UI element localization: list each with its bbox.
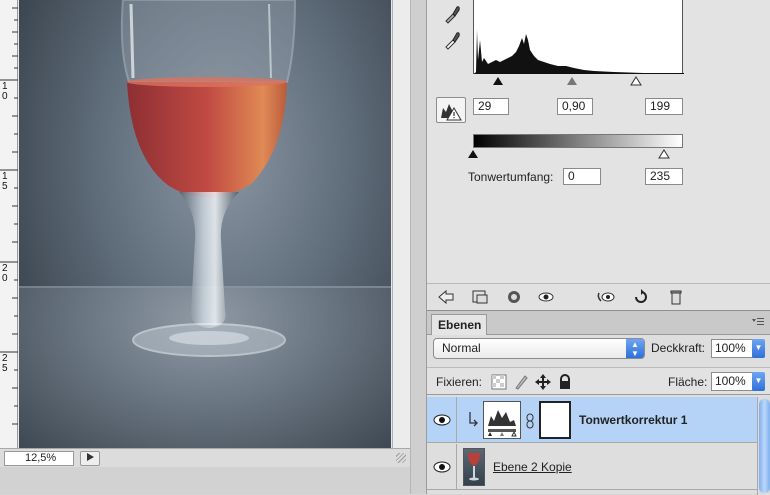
ruler-label: 1	[2, 81, 8, 92]
layers-panel: Ebenen Normal ▲ ▼ Deckkraft: 100% ▼ Fixie…	[426, 310, 770, 495]
zoom-field[interactable]: 12,5%	[4, 451, 74, 466]
input-black-handle[interactable]	[493, 77, 503, 85]
image-canvas[interactable]	[19, 0, 391, 448]
layer-row[interactable]: Tonwertkorrektur 1	[427, 397, 757, 443]
input-gamma-handle[interactable]	[567, 77, 577, 85]
ruler-label: 5	[2, 181, 8, 192]
ruler-label: 0	[2, 91, 8, 102]
status-menu-button[interactable]	[80, 451, 100, 466]
ruler-label: 5	[2, 363, 8, 374]
clipping-arrow-icon	[469, 412, 478, 427]
panel-menu-icon[interactable]	[751, 317, 765, 327]
eye-icon	[433, 461, 451, 473]
ruler-label: 2	[2, 353, 8, 364]
tab-layers[interactable]: Ebenen	[431, 314, 487, 335]
status-bar: 12,5%	[0, 448, 410, 467]
ruler-label: 1	[2, 171, 8, 182]
input-white-field[interactable]: 199	[645, 98, 683, 115]
triangle-right-icon	[87, 453, 94, 461]
histogram-graph	[474, 30, 684, 74]
back-arrow-icon[interactable]	[437, 289, 455, 305]
layers-scroll-thumb[interactable]	[759, 399, 770, 493]
blend-mode-select[interactable]: Normal ▲ ▼	[433, 338, 645, 359]
histogram-warning-icon	[441, 104, 462, 121]
output-black-field[interactable]: 0	[563, 168, 601, 185]
ruler-label: 0	[2, 273, 8, 284]
opacity-label: Deckkraft:	[651, 341, 706, 355]
layer-name[interactable]: Tonwertkorrektur 1	[579, 413, 687, 427]
adjustments-footer	[427, 283, 770, 310]
input-gamma-field[interactable]: 0,90	[557, 98, 593, 115]
white-point-eyedropper-icon[interactable]	[443, 30, 461, 50]
chain-link-icon[interactable]	[525, 413, 535, 429]
trash-icon[interactable]	[667, 289, 685, 305]
document-scrollbar[interactable]	[392, 0, 410, 448]
lock-transparency-icon[interactable]	[491, 374, 507, 390]
input-levels-slider[interactable]	[473, 76, 683, 89]
layer-name[interactable]: Ebene 2 Kopie	[493, 460, 572, 474]
input-black-field[interactable]: 29	[473, 98, 509, 115]
wine-glass-photo	[120, 0, 297, 357]
view-previous-state-icon[interactable]	[597, 289, 615, 305]
layer-visibility-toggle[interactable]	[427, 397, 457, 443]
output-white-handle[interactable]	[658, 149, 670, 159]
visibility-eye-icon[interactable]	[537, 289, 555, 305]
wine-glass-thumbnail	[468, 453, 480, 481]
ruler-label: 2	[2, 263, 8, 274]
reset-icon[interactable]	[632, 289, 650, 305]
input-white-handle[interactable]	[630, 76, 642, 86]
fill-label: Fläche:	[668, 375, 708, 389]
layers-tab-bar: Ebenen	[427, 311, 770, 335]
resize-grip[interactable]	[396, 453, 406, 463]
lock-position-move-icon[interactable]	[535, 374, 551, 390]
histogram	[473, 0, 684, 74]
opacity-dropdown-icon[interactable]: ▼	[752, 339, 765, 358]
blend-mode-value: Normal	[442, 341, 481, 355]
output-levels-label: Tonwertumfang:	[468, 170, 554, 184]
expand-view-icon[interactable]	[471, 289, 489, 305]
layer-row[interactable]: Ebene 2 Kopie	[427, 444, 757, 490]
lock-label: Fixieren:	[436, 375, 483, 389]
levels-histogram-icon	[488, 410, 517, 437]
clip-to-layer-icon[interactable]	[505, 289, 523, 305]
auto-levels-button[interactable]	[436, 97, 466, 123]
output-black-handle[interactable]	[468, 150, 478, 158]
gray-point-eyedropper-icon[interactable]	[443, 4, 461, 24]
lock-pixels-brush-icon[interactable]	[513, 374, 529, 390]
eye-icon	[433, 414, 451, 426]
ruler-ticks	[0, 7, 18, 425]
lock-all-icon[interactable]	[557, 374, 573, 390]
output-gradient-bar	[473, 134, 683, 148]
workspace-background	[0, 467, 426, 494]
vertical-ruler: 1 0 1 5 2 0 2 5	[0, 0, 18, 448]
document-window: 1 0 1 5 2 0 2 5 12,5%	[0, 0, 410, 467]
layer-visibility-toggle[interactable]	[427, 444, 457, 490]
layer-thumbnail[interactable]	[463, 448, 485, 486]
output-white-field[interactable]: 235	[645, 168, 683, 185]
adjustment-thumbnail[interactable]	[483, 401, 521, 439]
levels-panel: 29 0,90 199 Tonwertumfang: 0 235	[426, 0, 770, 310]
layer-mask-thumbnail[interactable]	[539, 401, 571, 439]
panel-divider	[410, 0, 426, 494]
output-levels-slider[interactable]	[468, 149, 683, 160]
updown-arrow-icon: ▲ ▼	[626, 339, 644, 358]
fill-dropdown-icon[interactable]: ▼	[752, 372, 765, 391]
lock-row: Fixieren: Fläche: 100% ▼	[427, 367, 770, 395]
layers-scrollbar[interactable]	[757, 397, 770, 495]
